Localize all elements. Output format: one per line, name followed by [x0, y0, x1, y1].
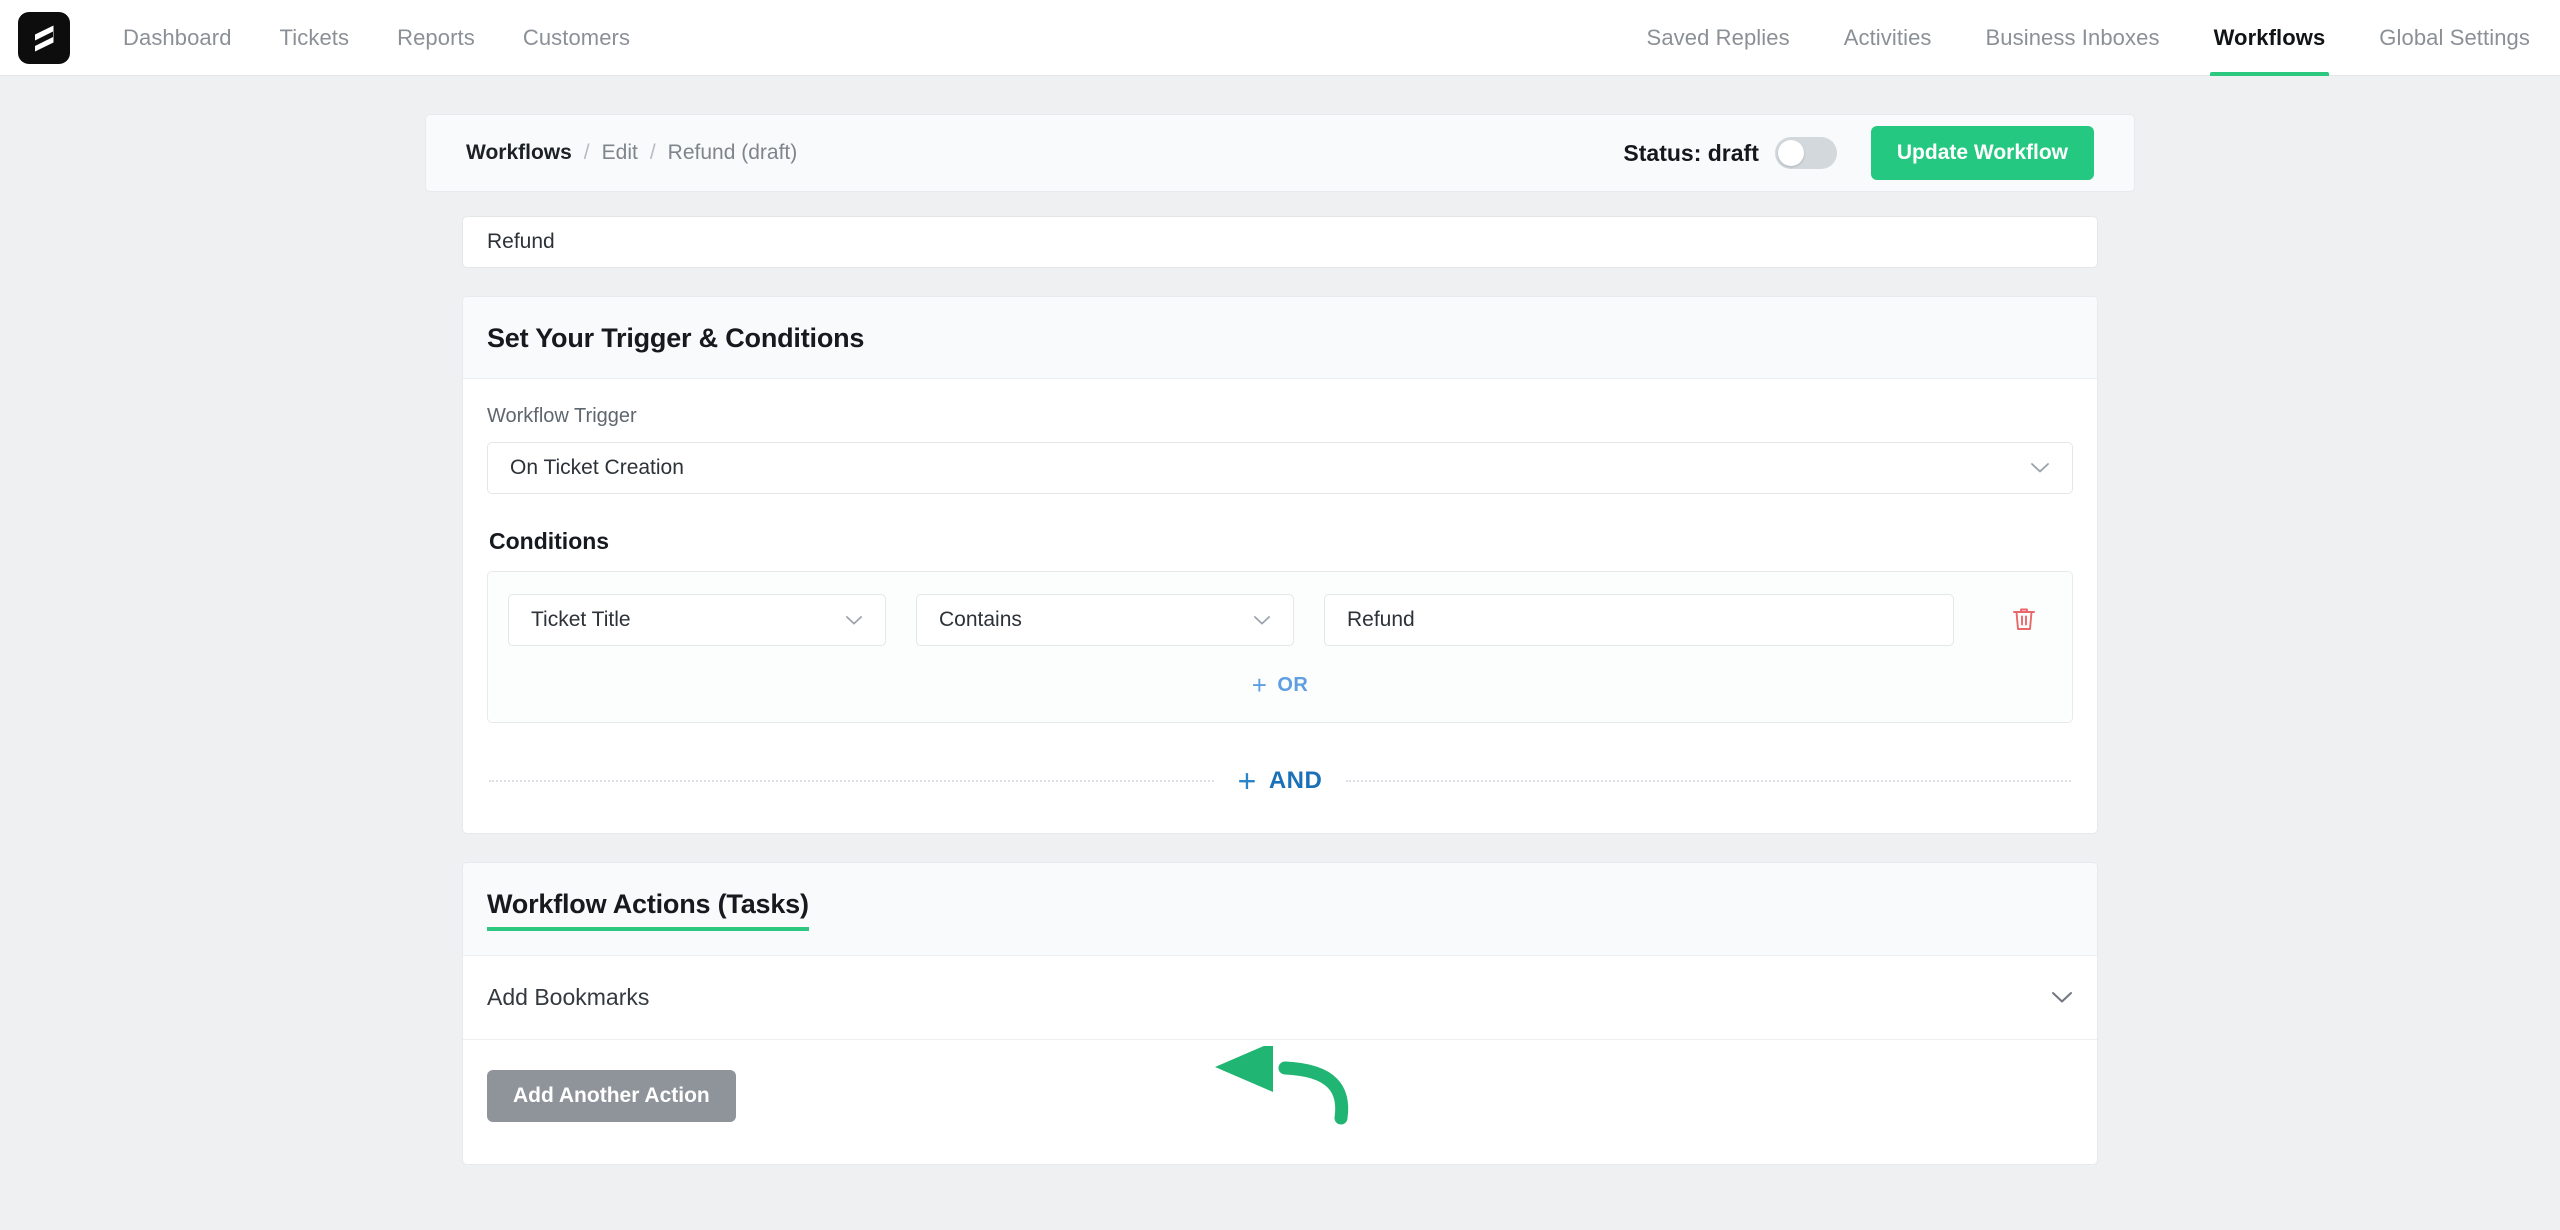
breadcrumb-edit[interactable]: Edit: [602, 141, 638, 165]
trigger-card-header: Set Your Trigger & Conditions: [463, 297, 2097, 379]
add-and-condition-row: + AND: [489, 765, 2071, 797]
nav-item-label: Tickets: [279, 24, 350, 50]
nav-item-label: Customers: [522, 24, 631, 50]
nav-item-label: Activities: [1843, 24, 1932, 50]
action-item-add-bookmarks[interactable]: Add Bookmarks: [463, 956, 2097, 1040]
condition-operator-select-wrap: Contains: [916, 594, 1294, 646]
divider-right: [1346, 780, 2071, 782]
condition-field-select-wrap: Ticket Title: [508, 594, 886, 646]
page-body: Workflows / Edit / Refund (draft) Status…: [0, 76, 2560, 1230]
nav-item-saved-replies[interactable]: Saved Replies: [1647, 0, 1790, 76]
nav-item-business-inboxes[interactable]: Business Inboxes: [1986, 0, 2160, 76]
app-logo[interactable]: [15, 9, 73, 67]
nav-item-workflows[interactable]: Workflows: [2209, 0, 2330, 76]
conditions-heading: Conditions: [489, 528, 610, 554]
nav-item-label: Saved Replies: [1646, 24, 1790, 50]
trash-icon: [2011, 605, 2037, 636]
breadcrumb-header-bar: Workflows / Edit / Refund (draft) Status…: [425, 114, 2135, 192]
condition-value-input[interactable]: [1324, 594, 1954, 646]
breadcrumb-separator: /: [649, 141, 656, 164]
workflow-trigger-select[interactable]: On Ticket Creation: [487, 442, 2073, 494]
condition-field-select[interactable]: Ticket Title: [508, 594, 886, 646]
breadcrumb-separator: /: [583, 141, 590, 164]
curved-arrow-annotation: [1193, 1042, 1373, 1131]
top-navigation-bar: Dashboard Tickets Reports Customers Save…: [0, 0, 2560, 76]
nav-item-reports[interactable]: Reports: [397, 0, 475, 76]
delete-condition-button[interactable]: [1996, 594, 2052, 646]
workflow-trigger-select-wrap: On Ticket Creation: [487, 442, 2073, 494]
trigger-card-body: Workflow Trigger On Ticket Creation Cond…: [463, 379, 2097, 833]
divider-left: [489, 780, 1214, 782]
nav-item-global-settings[interactable]: Global Settings: [2379, 0, 2530, 76]
status-label: Status: draft: [1623, 139, 1759, 166]
actions-card-footer: Add Another Action: [463, 1040, 2097, 1164]
nav-item-activities[interactable]: Activities: [1844, 0, 1932, 76]
primary-nav-group: Dashboard Tickets Reports Customers: [123, 0, 678, 76]
update-workflow-button[interactable]: Update Workflow: [1870, 126, 2094, 180]
add-another-action-button[interactable]: Add Another Action: [487, 1070, 736, 1122]
workflow-name-input[interactable]: [462, 216, 2098, 268]
chevron-down-icon: [2030, 462, 2050, 474]
conditions-group: Ticket Title Contains Refund + OR: [487, 571, 2073, 723]
add-and-condition-link[interactable]: + AND: [1214, 765, 1347, 797]
nav-item-dashboard[interactable]: Dashboard: [123, 0, 232, 76]
chevron-down-icon: [1253, 615, 1271, 626]
breadcrumb: Workflows / Edit / Refund (draft): [466, 141, 797, 165]
plus-icon: +: [1251, 670, 1268, 700]
condition-operator-value: Contains: [939, 608, 1022, 631]
workflow-trigger-value: On Ticket Creation: [510, 456, 684, 479]
status-toggle[interactable]: [1774, 137, 1837, 169]
actions-card-title: Workflow Actions (Tasks): [487, 889, 809, 931]
nav-item-label: Business Inboxes: [1985, 24, 2160, 50]
chevron-down-icon: [2051, 991, 2073, 1004]
secondary-nav-group: Saved Replies Activities Business Inboxe…: [1593, 0, 2530, 76]
breadcrumb-root[interactable]: Workflows: [466, 141, 572, 165]
add-or-condition-row: + OR: [508, 646, 2052, 722]
chevron-down-icon: [845, 615, 863, 626]
nav-item-label: Dashboard: [123, 24, 232, 50]
add-and-condition-label: AND: [1268, 767, 1323, 794]
nav-item-label: Global Settings: [2379, 24, 2530, 50]
nav-item-label: Reports: [397, 24, 475, 50]
workflow-trigger-label: Workflow Trigger: [487, 405, 637, 427]
condition-field-value: Ticket Title: [531, 608, 631, 631]
condition-operator-select[interactable]: Contains: [916, 594, 1294, 646]
status-toggle-knob: [1777, 140, 1804, 166]
trigger-conditions-card: Set Your Trigger & Conditions Workflow T…: [462, 296, 2098, 834]
plus-icon: +: [1237, 763, 1257, 799]
action-item-label: Add Bookmarks: [487, 984, 650, 1010]
condition-row: Ticket Title Contains: [508, 594, 2052, 646]
nav-item-label: Workflows: [2213, 24, 2326, 50]
add-or-condition-label: OR: [1277, 673, 1309, 696]
nav-item-customers[interactable]: Customers: [523, 0, 630, 76]
header-actions: Status: draft Update Workflow: [1623, 126, 2094, 180]
workflow-actions-card: Workflow Actions (Tasks) Add Bookmarks A…: [462, 862, 2098, 1165]
add-or-condition-link[interactable]: + OR: [1252, 672, 1308, 698]
trigger-card-title: Set Your Trigger & Conditions: [487, 323, 865, 353]
breadcrumb-current: Refund (draft): [667, 141, 798, 164]
actions-card-header: Workflow Actions (Tasks): [463, 863, 2097, 956]
nav-item-tickets[interactable]: Tickets: [280, 0, 350, 76]
app-logo-icon: [18, 11, 70, 64]
